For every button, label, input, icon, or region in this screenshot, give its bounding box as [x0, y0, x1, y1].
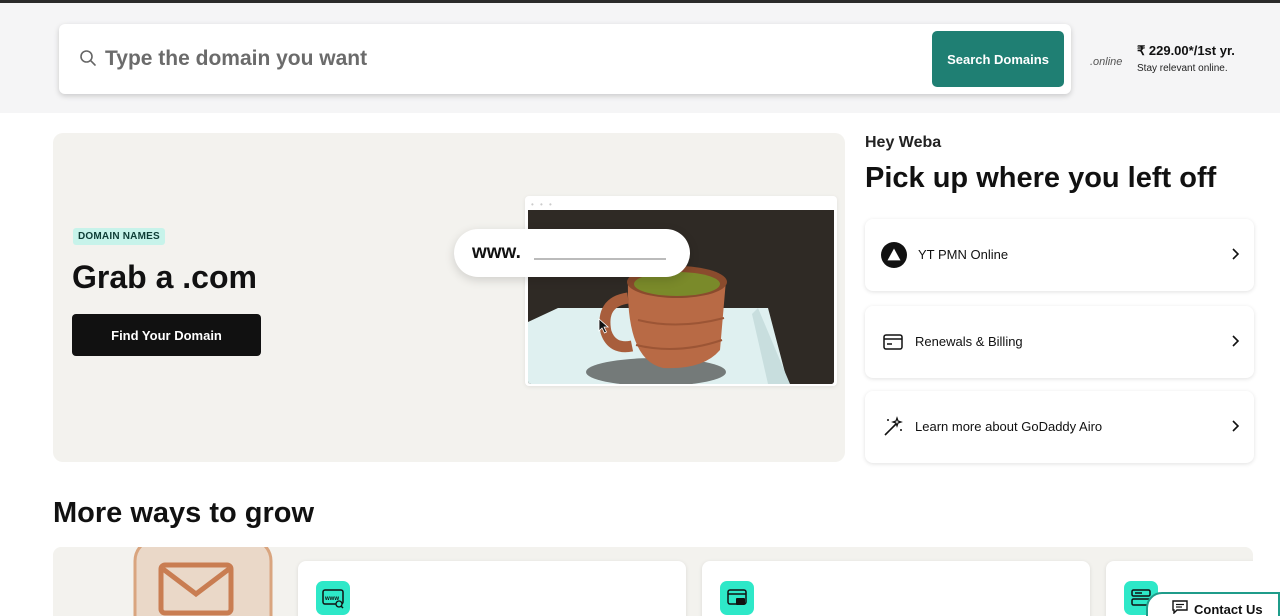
url-prefix: www.	[472, 242, 521, 263]
promo-tld: .online	[1090, 56, 1123, 68]
contact-us-button[interactable]: Contact Us	[1146, 592, 1280, 616]
magic-wand-icon	[884, 416, 903, 436]
hero-badge: DOMAIN NAMES	[73, 228, 165, 245]
contact-us-label: Contact Us	[1194, 601, 1263, 616]
chat-icon	[1172, 600, 1188, 614]
search-icon	[80, 50, 96, 66]
grow-card-store[interactable]	[702, 561, 1090, 616]
card-label: Learn more about GoDaddy Airo	[915, 419, 1103, 434]
card-renewals-billing[interactable]: Renewals & Billing	[865, 306, 1254, 378]
url-placeholder-line	[534, 258, 666, 260]
user-greeting: Hey Weba	[865, 134, 942, 151]
mouse-cursor-icon	[598, 318, 610, 334]
envelope-illustration-icon	[133, 547, 273, 616]
card-yt-pmn-online[interactable]: YT PMN Online	[865, 219, 1254, 291]
www-search-icon: www	[316, 581, 350, 615]
browser-mockup: • • •	[525, 196, 837, 386]
promo-price: ₹ 229.00*/1st yr.	[1137, 43, 1235, 58]
promo-tagline: Stay relevant online.	[1137, 63, 1228, 74]
chevron-right-icon	[1232, 248, 1240, 260]
credit-card-icon	[883, 334, 903, 350]
find-your-domain-button[interactable]: Find Your Domain	[72, 314, 261, 356]
resume-title: Pick up where you left off	[865, 162, 1217, 194]
card-learn-godaddy-airo[interactable]: Learn more about GoDaddy Airo	[865, 391, 1254, 463]
window-dots-icon: • • •	[531, 200, 554, 209]
url-mockup-pill: www.	[454, 229, 690, 277]
domain-search-input[interactable]	[105, 39, 925, 79]
card-label: YT PMN Online	[918, 247, 1009, 262]
chevron-right-icon	[1232, 335, 1240, 347]
domain-search-box: Search Domains	[59, 24, 1071, 94]
hero-title: Grab a .com	[72, 259, 257, 295]
store-icon	[720, 581, 754, 615]
grow-cards-row: www	[53, 547, 1253, 616]
grow-card-domains[interactable]: www	[298, 561, 686, 616]
domain-search-band: Search Domains .online ₹ 229.00*/1st yr.…	[0, 3, 1280, 113]
triangle-logo-icon	[881, 242, 907, 268]
chevron-right-icon	[1232, 420, 1240, 432]
hero-banner: DOMAIN NAMES Grab a .com Find Your Domai…	[53, 133, 845, 462]
more-ways-title: More ways to grow	[53, 497, 315, 529]
search-domains-button[interactable]: Search Domains	[932, 31, 1064, 87]
card-label: Renewals & Billing	[915, 334, 1023, 349]
